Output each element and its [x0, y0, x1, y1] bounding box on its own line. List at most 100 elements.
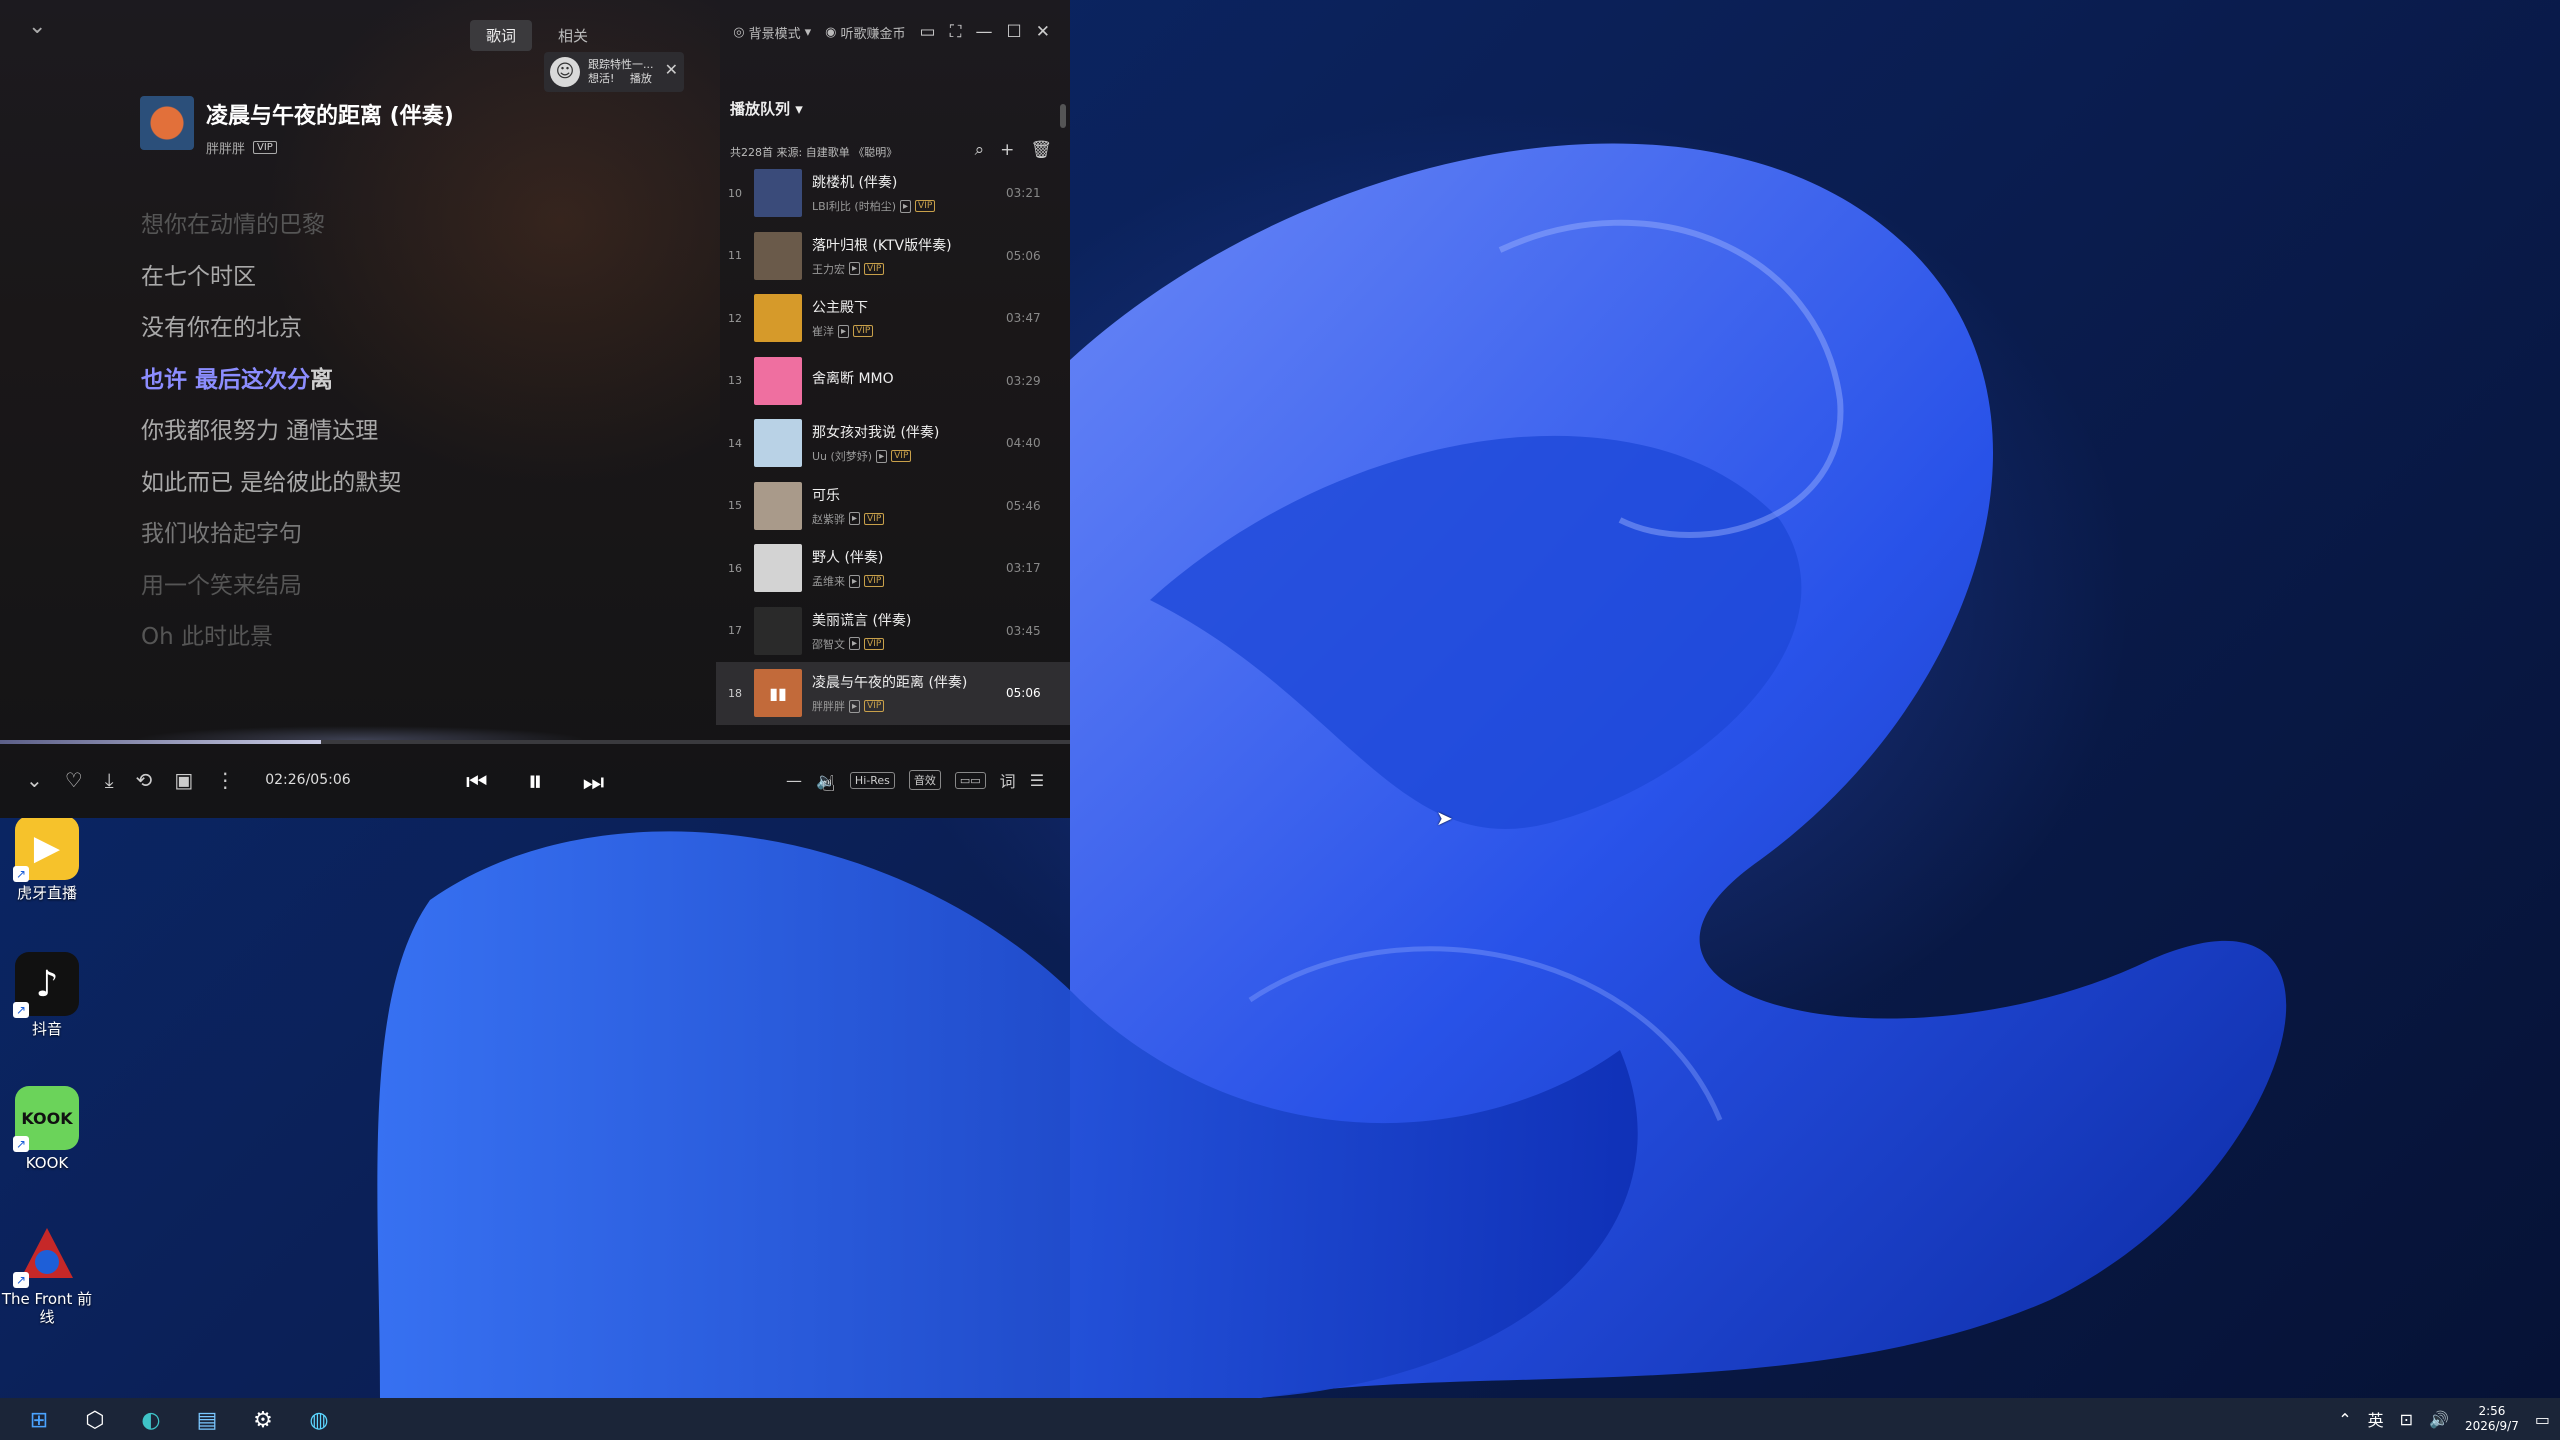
- queue-row-artist[interactable]: 赵紫骅: [812, 511, 845, 527]
- background-mode-button[interactable]: ◎ 背景模式 ▾: [733, 23, 811, 42]
- fullscreen-icon[interactable]: ⛶: [950, 22, 962, 42]
- download-icon[interactable]: ⤓: [105, 768, 114, 792]
- pause-icon[interactable]: ⏸: [528, 764, 543, 799]
- queue-row-cover: [754, 481, 802, 530]
- queue-row-duration: 05:06: [1006, 248, 1041, 263]
- listen-together-button[interactable]: ▭▭: [954, 771, 986, 789]
- ime-indicator[interactable]: 英: [2368, 1407, 2384, 1431]
- play-queue-title[interactable]: 播放队列 ▾: [730, 98, 803, 119]
- queue-row-artist[interactable]: 王力宏: [812, 261, 845, 277]
- huya-icon: ▶ ↗: [13, 816, 79, 882]
- maximize-icon[interactable]: ☐: [1007, 22, 1022, 42]
- queue-row-artist[interactable]: LBI利比 (时柏尘): [812, 198, 896, 214]
- song-artist[interactable]: 胖胖胖: [206, 138, 245, 157]
- queue-row-title: 那女孩对我说 (伴奏): [812, 425, 940, 442]
- desktop-lyrics-button[interactable]: 词: [1000, 768, 1016, 792]
- queue-row[interactable]: 14 那女孩对我说 (伴奏) Uu (刘梦妤) ▸ VIP 04:40: [716, 412, 1070, 475]
- music-app-icon[interactable]: ◍: [302, 1405, 336, 1435]
- lyric-line[interactable]: 没有你在的北京: [141, 308, 401, 360]
- close-icon[interactable]: ✕: [665, 60, 678, 79]
- queue-row-title: 可乐: [812, 487, 840, 504]
- queue-row-number: 11: [728, 249, 742, 263]
- queue-row-artist[interactable]: 孟维来: [812, 573, 845, 589]
- trash-icon[interactable]: 🗑: [1030, 140, 1052, 160]
- queue-row-artist[interactable]: 邵智文: [812, 636, 845, 652]
- hires-button[interactable]: Hi-Res: [849, 771, 895, 789]
- queue-row-artist[interactable]: Uu (刘梦妤): [812, 448, 872, 464]
- mini-notification-card[interactable]: ☺ 跟踪特性一... 想活! 播放 ✕: [544, 52, 684, 92]
- app-icon[interactable]: ⬡: [78, 1405, 112, 1435]
- more-icon[interactable]: ⋮: [215, 768, 235, 792]
- queue-row-number: 12: [728, 311, 742, 325]
- mini-card-line2: 想活!: [588, 72, 615, 85]
- mv-badge: ▸: [849, 637, 861, 651]
- earn-coins-button[interactable]: ◉ 听歌赚金币: [825, 23, 905, 42]
- chevron-down-icon: ▾: [795, 100, 803, 118]
- chevron-down-icon[interactable]: ⌄: [26, 768, 43, 792]
- edge-browser-icon[interactable]: ◐: [134, 1405, 168, 1435]
- desktop-icon-label: 虎牙直播: [16, 884, 77, 902]
- close-icon[interactable]: ✕: [1036, 22, 1050, 42]
- queue-row-duration: 03:21: [1006, 186, 1041, 201]
- queue-row[interactable]: 17 美丽谎言 (伴奏) 邵智文 ▸ VIP 03:45: [716, 600, 1070, 663]
- queue-row-number: 17: [728, 624, 742, 638]
- queue-row-title: 跳楼机 (伴奏): [812, 175, 898, 192]
- lyric-line[interactable]: 用一个笑来结局: [141, 566, 401, 618]
- previous-icon[interactable]: ⏮: [466, 768, 488, 796]
- lyric-line[interactable]: 如此而已 是给彼此的默契: [141, 463, 401, 515]
- queue-row[interactable]: 10 跳楼机 (伴奏) LBI利比 (时柏尘) ▸ VIP 03:21: [716, 162, 1070, 225]
- lyric-line[interactable]: Oh 此时此景: [141, 617, 401, 669]
- collapse-chevron-icon[interactable]: ⌄: [28, 14, 46, 39]
- windows-start-icon[interactable]: ⊞: [22, 1405, 56, 1435]
- queue-row[interactable]: 12 公主殿下 崔洋 ▸ VIP 03:47: [716, 287, 1070, 350]
- calendar-icon[interactable]: ▣: [174, 768, 193, 792]
- search-icon[interactable]: ⌕: [975, 140, 985, 160]
- network-icon[interactable]: ⊡: [2400, 1410, 2413, 1429]
- minimize-icon[interactable]: —: [976, 22, 993, 42]
- queue-scrollbar[interactable]: [1060, 104, 1066, 128]
- speaker-icon[interactable]: 🔊: [2429, 1410, 2449, 1429]
- progress-bar[interactable]: [0, 740, 1070, 744]
- desktop-icon-kook[interactable]: KOOK ↗ KOOK: [0, 1086, 94, 1172]
- mv-badge: ▸: [849, 262, 861, 276]
- lyric-line[interactable]: 你我都很努力 通情达理: [141, 411, 401, 463]
- queue-row[interactable]: 16 野人 (伴奏) 孟维来 ▸ VIP 03:17: [716, 537, 1070, 600]
- tab-related[interactable]: 相关: [542, 20, 604, 51]
- clock-time: 2:56: [2478, 1404, 2506, 1418]
- vip-badge: VIP: [253, 141, 277, 154]
- queue-row-artist[interactable]: 崔洋: [812, 323, 834, 339]
- lyric-line[interactable]: 想你在动情的巴黎: [141, 205, 401, 257]
- lyric-line[interactable]: 我们收拾起字句: [141, 514, 401, 566]
- next-icon[interactable]: ⏭: [583, 768, 605, 796]
- queue-row-artist[interactable]: 胖胖胖: [812, 698, 845, 714]
- system-clock[interactable]: 2:56 2026/9/7: [2465, 1404, 2519, 1434]
- notification-icon[interactable]: ▭: [2535, 1410, 2550, 1429]
- play-queue-list: 10 跳楼机 (伴奏) LBI利比 (时柏尘) ▸ VIP 03:21 11 落叶归根 (KT…: [716, 162, 1070, 725]
- queue-row-number: 15: [728, 499, 742, 513]
- queue-row[interactable]: 11 落叶归根 (KTV版伴奏) 王力宏 ▸ VIP 05:06: [716, 225, 1070, 288]
- vip-badge: VIP: [891, 450, 912, 463]
- mv-badge: ▸: [849, 574, 861, 588]
- dash-icon[interactable]: —: [786, 771, 802, 790]
- queue-row[interactable]: 15 可乐 赵紫骅 ▸ VIP 05:46: [716, 475, 1070, 538]
- notepad-icon[interactable]: ▤: [190, 1405, 224, 1435]
- loop-icon[interactable]: ⟲: [136, 768, 153, 792]
- heart-icon[interactable]: ♡: [65, 768, 83, 792]
- queue-row[interactable]: 13 舍离断 MMO 03:29: [716, 350, 1070, 413]
- lyric-line[interactable]: 在七个时区: [141, 257, 401, 309]
- current-lyric-line[interactable]: 也许 最后这次分离: [141, 360, 401, 412]
- mini-mode-icon[interactable]: ▭: [920, 22, 936, 42]
- chevron-up-icon[interactable]: ⌃: [2338, 1410, 2351, 1429]
- steam-icon[interactable]: ⚙: [246, 1405, 280, 1435]
- sound-effect-button[interactable]: 音效: [908, 770, 941, 790]
- playlist-icon[interactable]: ☰: [1030, 771, 1044, 790]
- desktop-icon-thefront[interactable]: ↗ The Front 前线: [0, 1222, 94, 1326]
- queue-row-duration: 05:06: [1006, 686, 1041, 701]
- queue-row[interactable]: 18 ▮▮ 凌晨与午夜的距离 (伴奏) 胖胖胖 ▸ VIP 05:06: [716, 662, 1070, 725]
- desktop-icon-huya[interactable]: ▶ ↗ 虎牙直播: [0, 816, 94, 902]
- album-cover[interactable]: [140, 96, 194, 150]
- tab-lyrics[interactable]: 歌词: [470, 20, 533, 51]
- add-icon[interactable]: +: [1000, 140, 1014, 160]
- desktop-icon-tiktok[interactable]: ♪ ↗ 抖音: [0, 952, 94, 1038]
- queue-row-cover: [754, 231, 802, 280]
